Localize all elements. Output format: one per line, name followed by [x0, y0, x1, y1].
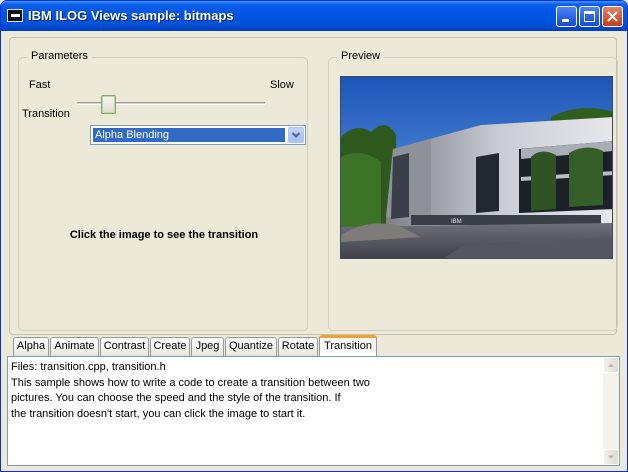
- parameters-group-label: Parameters: [27, 50, 92, 62]
- parameters-group: Parameters Fast Slow Transition Alpha Bl…: [18, 50, 308, 331]
- tab-quantize[interactable]: Quantize: [225, 337, 277, 356]
- maximize-button[interactable]: [579, 6, 600, 27]
- close-button[interactable]: [602, 6, 623, 27]
- title-bar[interactable]: IBM ILOG Views sample: bitmaps: [1, 1, 627, 31]
- tab-jpeg[interactable]: Jpeg: [191, 337, 224, 356]
- arrow-up-icon: [608, 363, 614, 367]
- description-text: Files: transition.cpp, transition.h This…: [11, 360, 599, 422]
- description-line: pictures. You can choose the speed and t…: [11, 392, 341, 404]
- svg-text:IBM: IBM: [451, 219, 462, 225]
- building-photo-icon: IBM: [341, 77, 612, 258]
- minimize-icon: [562, 19, 569, 22]
- tab-create[interactable]: Create: [150, 337, 190, 356]
- vertical-scrollbar[interactable]: [603, 357, 619, 465]
- scroll-up-button[interactable]: [603, 357, 619, 373]
- tab-alpha[interactable]: Alpha: [13, 337, 49, 356]
- sample-panel: Parameters Fast Slow Transition Alpha Bl…: [9, 37, 618, 335]
- speed-slider-thumb[interactable]: [101, 95, 116, 114]
- description-line: Files: transition.cpp, transition.h: [11, 361, 166, 373]
- app-window: IBM ILOG Views sample: bitmaps Parameter…: [0, 0, 628, 472]
- description-line: This sample shows how to write a code to…: [11, 376, 370, 389]
- speed-slow-label: Slow: [270, 79, 294, 91]
- close-icon: [607, 11, 618, 22]
- tab-bar: Alpha Animate Contrast Create Jpeg Quant…: [8, 335, 620, 356]
- minimize-button[interactable]: [556, 6, 577, 27]
- app-icon: [7, 9, 23, 22]
- speed-fast-label: Fast: [29, 79, 51, 91]
- tab-rotate[interactable]: Rotate: [278, 337, 318, 356]
- click-hint-text: Click the image to see the transition: [69, 229, 259, 241]
- arrow-down-icon: [608, 455, 614, 459]
- transition-select-value: Alpha Blending: [93, 128, 285, 142]
- transition-label: Transition: [22, 108, 70, 120]
- preview-group: Preview IBM: [328, 50, 618, 331]
- maximize-icon: [584, 11, 595, 22]
- client-area: Parameters Fast Slow Transition Alpha Bl…: [4, 31, 624, 469]
- transition-select[interactable]: Alpha Blending: [90, 125, 306, 145]
- dropdown-button[interactable]: [288, 127, 304, 143]
- tab-transition[interactable]: Transition: [319, 335, 377, 356]
- tab-animate[interactable]: Animate: [50, 337, 99, 356]
- description-textarea[interactable]: Files: transition.cpp, transition.h This…: [7, 356, 620, 466]
- tab-contrast[interactable]: Contrast: [100, 337, 149, 356]
- preview-image[interactable]: IBM: [340, 76, 613, 259]
- scroll-down-button[interactable]: [603, 449, 619, 465]
- preview-group-label: Preview: [337, 50, 385, 62]
- window-title: IBM ILOG Views sample: bitmaps: [28, 8, 234, 23]
- chevron-down-icon: [291, 132, 301, 138]
- description-line: the transition doesn't start, you can cl…: [11, 407, 306, 420]
